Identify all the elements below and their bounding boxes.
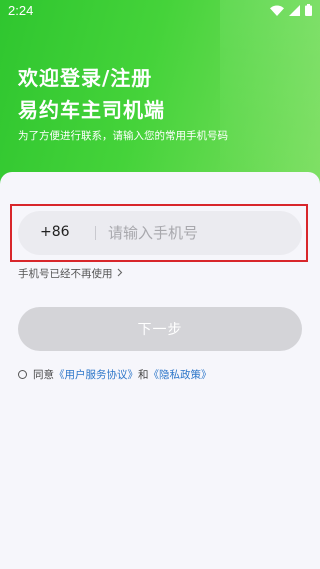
phone-unavailable-label: 手机号已经不再使用 bbox=[18, 268, 113, 280]
phone-unavailable-link[interactable]: 手机号已经不再使用 bbox=[18, 266, 123, 281]
battery-icon bbox=[305, 4, 312, 16]
next-step-button[interactable]: 下一步 bbox=[18, 307, 302, 351]
agreement-prefix: 同意 bbox=[33, 369, 54, 381]
chevron-right-icon bbox=[117, 268, 123, 280]
status-time: 2:24 bbox=[8, 3, 34, 18]
page-subtitle: 为了方便进行联系，请输入您的常用手机号码 bbox=[18, 130, 228, 142]
status-icons bbox=[270, 4, 312, 16]
phone-field-highlight bbox=[10, 204, 308, 262]
app-name-title: 易约车主司机端 bbox=[18, 98, 165, 122]
agree-checkbox[interactable] bbox=[18, 370, 27, 379]
agreement-row: 同意 《用户服务协议》 和 《隐私政策》 bbox=[18, 367, 212, 382]
agreement-conjunction: 和 bbox=[138, 369, 149, 381]
user-agreement-link[interactable]: 《用户服务协议》 bbox=[54, 367, 138, 382]
privacy-policy-link[interactable]: 《隐私政策》 bbox=[149, 367, 212, 382]
page-title: 欢迎登录/注册 bbox=[18, 66, 153, 90]
status-bar: 2:24 bbox=[0, 0, 320, 22]
wifi-icon bbox=[270, 5, 284, 16]
cellular-signal-icon bbox=[289, 4, 300, 16]
